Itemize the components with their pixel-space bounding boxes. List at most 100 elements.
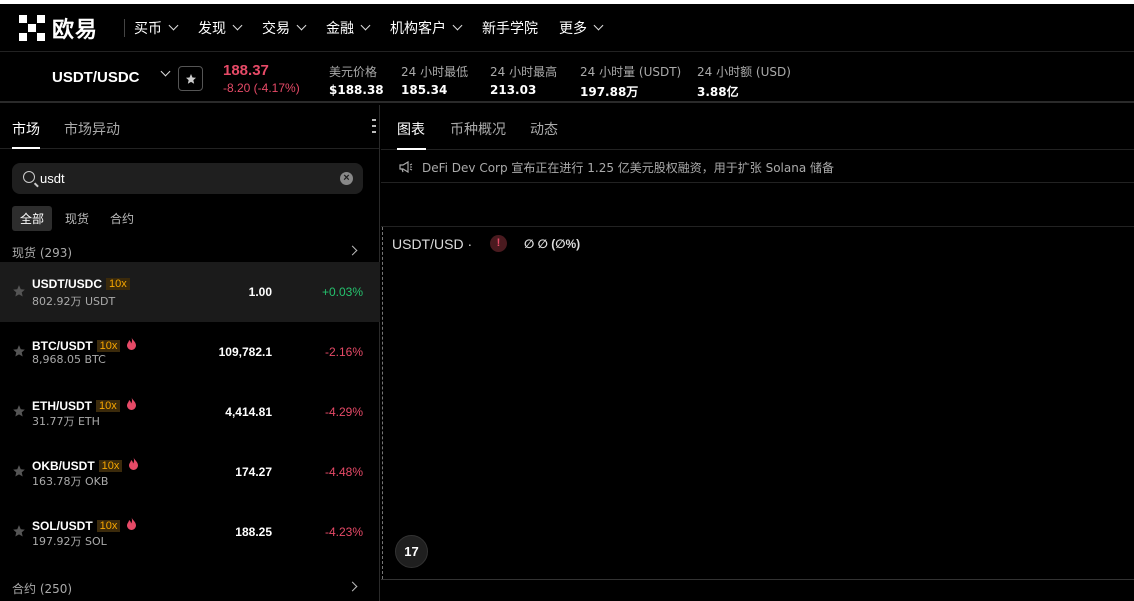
megaphone-icon: [399, 161, 413, 173]
tab-coin-overview[interactable]: 币种概况: [450, 119, 506, 139]
active-tab-underline: [397, 148, 426, 150]
chart-toolbar: [381, 184, 1134, 227]
chart-time-axis: [381, 579, 1134, 601]
chevron-down-icon: [452, 20, 463, 31]
leverage-badge: 10x: [106, 278, 130, 290]
nav-item-1[interactable]: 发现: [198, 18, 243, 38]
star-icon[interactable]: [12, 524, 26, 543]
price-chart[interactable]: USDT/USD · ! ∅ ∅ (∅%) 17: [381, 227, 1134, 579]
star-icon[interactable]: [12, 284, 26, 303]
tab-chart[interactable]: 图表: [397, 119, 425, 139]
market-row[interactable]: OKB/USDT 10x 163.78万 OKB 174.27 -4.48%: [0, 442, 380, 502]
change-percent: -4.23%: [324, 525, 363, 539]
nav-divider: [124, 18, 126, 37]
nav-item-5[interactable]: 新手学院: [482, 18, 538, 38]
ohlc-readout: ∅ ∅ (∅%): [524, 237, 581, 251]
star-icon[interactable]: [12, 344, 26, 363]
pair-volume: 802.92万 USDT: [32, 295, 116, 308]
market-row[interactable]: USDT/USDC 10x 802.92万 USDT 1.00 +0.03%: [0, 262, 380, 322]
fire-icon: [126, 337, 137, 354]
filter-spot[interactable]: 现货: [57, 206, 97, 231]
stat-label: 美元价格: [329, 65, 378, 79]
pair-volume: 8,968.05 BTC: [32, 353, 106, 366]
chevron-right-icon: [347, 581, 358, 592]
chevron-right-icon: [347, 245, 358, 256]
star-icon[interactable]: [12, 404, 26, 423]
chevron-down-icon: [168, 20, 179, 31]
panel-menu-icon[interactable]: [372, 119, 376, 137]
nav-item-2[interactable]: 交易: [262, 18, 307, 38]
pair-volume: 197.92万 SOL: [32, 535, 107, 548]
pair-name[interactable]: USDT/USDC: [52, 69, 140, 86]
nav-item-6[interactable]: 更多: [559, 18, 604, 38]
star-icon[interactable]: [12, 464, 26, 483]
futures-section-header[interactable]: 合约 (250): [0, 576, 380, 598]
nav-item-label: 买币: [134, 20, 163, 37]
nav-item-0[interactable]: 买币: [134, 18, 179, 38]
spot-section-header[interactable]: 现货 (293): [0, 240, 380, 262]
ticker-bar: USDT/USDC 188.37 -8.20 (-4.17%) 美元价格 $188…: [0, 53, 1134, 103]
last-price: 188.37: [223, 62, 269, 79]
top-nav: 欧易 买币 发现 交易 金融 机构客户 新手学院 更多: [0, 4, 1134, 52]
brand-name: 欧易: [52, 17, 99, 43]
stat-value: 3.88亿: [697, 85, 739, 99]
leverage-badge: 10x: [98, 459, 123, 472]
pair-volume: 163.78万 OKB: [32, 475, 109, 488]
favorite-button[interactable]: [178, 66, 203, 91]
chevron-down-icon: [296, 20, 307, 31]
news-text: DeFi Dev Corp 宣布正在进行 1.25 亿美元股权融资，用于扩张 S…: [422, 161, 835, 175]
nav-item-label: 机构客户: [390, 20, 447, 37]
stat-value: $188.38: [329, 83, 384, 97]
symbol-text: ETH/USDT: [32, 398, 92, 413]
fire-icon: [126, 517, 137, 534]
chevron-down-icon: [593, 20, 604, 31]
search-box: ×: [12, 163, 363, 194]
tab-market[interactable]: 市场: [12, 119, 40, 139]
symbol-text: OKB/USDT: [32, 458, 95, 473]
futures-count: 合约 (250): [12, 582, 73, 596]
nav-item-label: 更多: [559, 20, 588, 37]
symbol-text: BTC/USDT: [32, 338, 93, 353]
pair-symbol: ETH/USDT 10x: [32, 397, 137, 414]
ticker-stat: 24 小时额 (USD) 3.88亿: [697, 63, 791, 100]
leverage-badge: 10x: [96, 519, 121, 532]
market-row[interactable]: SOL/USDT 10x 197.92万 SOL 188.25 -4.23%: [0, 502, 380, 562]
market-row[interactable]: ETH/USDT 10x 31.77万 ETH 4,414.81 -4.29%: [0, 382, 380, 442]
tab-news-feed[interactable]: 动态: [530, 119, 558, 139]
tradingview-logo-icon[interactable]: 17: [395, 535, 428, 568]
stat-label: 24 小时最高: [490, 65, 558, 79]
nav-item-3[interactable]: 金融: [326, 18, 371, 38]
leverage-badge: 10x: [96, 339, 121, 352]
active-tab-underline: [12, 147, 40, 149]
news-ticker[interactable]: DeFi Dev Corp 宣布正在进行 1.25 亿美元股权融资，用于扩张 S…: [381, 151, 1134, 183]
nav-item-4[interactable]: 机构客户: [390, 18, 463, 38]
stat-label: 24 小时额 (USD): [697, 65, 791, 79]
nav-item-label: 金融: [326, 20, 355, 37]
market-row[interactable]: BTC/USDT 10x 8,968.05 BTC 109,782.1 -2.16%: [0, 322, 380, 382]
stat-value: 197.88万: [580, 85, 639, 99]
change-percent: -4.29%: [324, 405, 363, 419]
tab-market-movers[interactable]: 市场异动: [64, 119, 120, 139]
ticker-stat: 24 小时最低 185.34: [401, 63, 468, 97]
price-change: -8.20 (-4.17%): [223, 81, 300, 95]
market-panel: 市场 市场异动 × 全部 现货 合约 现货 (293) USDT/USDC10x…: [0, 105, 380, 601]
symbol-text: USDT/USDC: [32, 277, 103, 291]
clear-icon[interactable]: ×: [340, 172, 353, 185]
search-input[interactable]: [40, 169, 330, 187]
stat-value: 185.34: [401, 83, 448, 97]
logo[interactable]: 欧易: [19, 4, 98, 52]
chevron-down-icon: [232, 20, 243, 31]
filter-row: 全部 现货 合约: [12, 206, 147, 231]
ticker-stat: 24 小时量 (USDT) 197.88万: [580, 63, 681, 100]
filter-futures[interactable]: 合约: [102, 206, 142, 231]
ticker-stat: 24 小时最高 213.03: [490, 63, 557, 97]
stat-value: 213.03: [490, 83, 537, 97]
chevron-down-icon[interactable]: [160, 66, 171, 77]
chart-panel: 图表 币种概况 动态 DeFi Dev Corp 宣布正在进行 1.25 亿美元…: [381, 105, 1134, 601]
spot-count: 现货 (293): [12, 246, 73, 260]
last-price: 4,414.81: [225, 405, 272, 419]
chart-symbol: USDT/USD ·: [392, 236, 473, 252]
filter-all[interactable]: 全部: [12, 206, 53, 231]
last-price: 174.27: [235, 465, 272, 479]
warning-icon[interactable]: !: [490, 235, 507, 252]
